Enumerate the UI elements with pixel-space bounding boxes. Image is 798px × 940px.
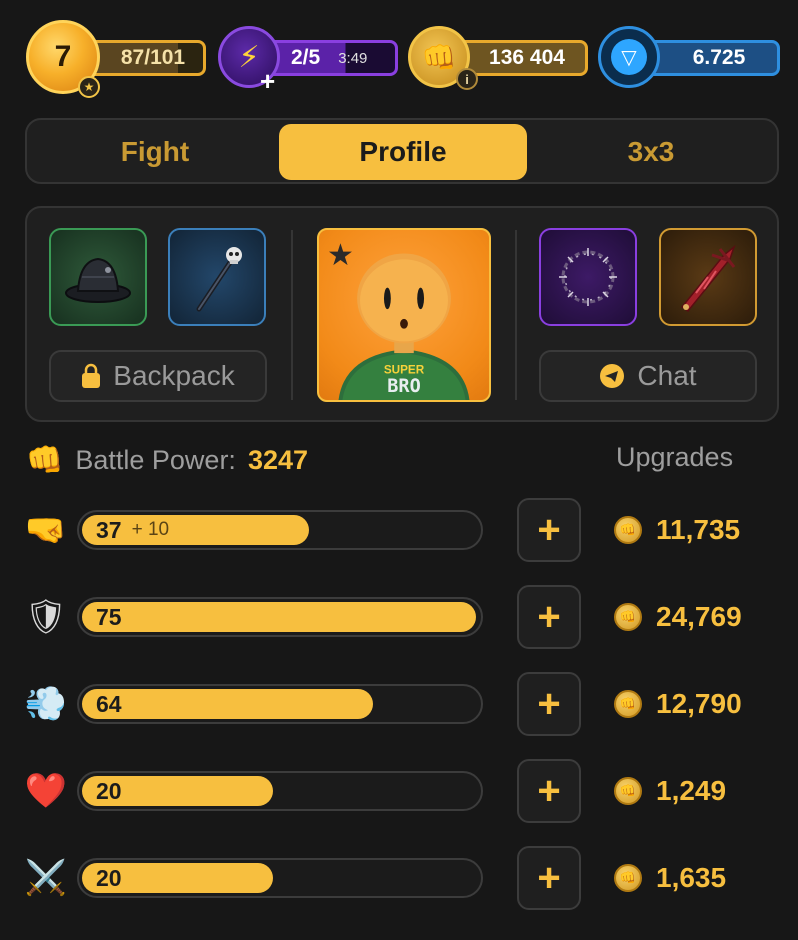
stat-value: 20 — [96, 864, 122, 891]
stat-value-group: 37 + 10 — [96, 512, 169, 548]
tab-3x3-label: 3x3 — [627, 136, 675, 167]
coin-icon: 👊 — [614, 516, 642, 544]
lock-icon — [82, 363, 101, 388]
upgrade-cost: 👊 11,735 — [614, 510, 740, 550]
stat-value: 37 — [96, 516, 122, 543]
upgrade-cost-value: 11,735 — [656, 514, 741, 545]
shirt-text-bottom: BRO — [387, 376, 421, 397]
stat-row: 🤜 37 + 10 + 👊 11,735 — [0, 498, 798, 568]
stat-bar: 64 — [77, 684, 483, 724]
upgrade-cost-value: 1,249 — [656, 775, 727, 806]
battle-power-row: 👊 Battle Power: 3247 — [26, 440, 308, 480]
avatar[interactable]: ★ SUPER BRO — [317, 228, 491, 402]
chat-label: Chat — [637, 360, 697, 391]
stat-value: 20 — [96, 777, 122, 804]
fist-icon: 👊 — [26, 443, 64, 477]
tab-fight[interactable]: Fight — [31, 124, 279, 180]
ton-value: 6.725 — [692, 46, 746, 69]
ton-balance[interactable]: 6.725 — [644, 40, 780, 76]
ton-logo-icon: ▽ — [611, 39, 647, 75]
favorite-star-icon[interactable]: ★ — [327, 238, 354, 273]
heart-icon: ❤️ — [24, 772, 68, 810]
dash-icon: 💨 — [24, 685, 68, 723]
main-tabs: Fight Profile 3x3 — [25, 118, 779, 184]
energy-timer: 3:49 — [338, 49, 368, 67]
upgrade-cost: 👊 12,790 — [614, 684, 742, 724]
upgrade-cost: 👊 1,249 — [614, 771, 726, 811]
stat-row: ⚔️ 20 + 👊 1,635 — [0, 846, 798, 916]
stat-bonus: + 10 — [131, 519, 170, 540]
upgrade-button[interactable]: + — [517, 759, 581, 823]
info-icon[interactable]: i — [456, 68, 478, 90]
energy-counter[interactable]: 2/5 3:49 — [262, 40, 398, 76]
stat-bar: 20 — [77, 858, 483, 898]
stat-row: 🛡 75 + 👊 24,769 — [0, 585, 798, 655]
stat-value-group: 20 — [96, 773, 122, 809]
equipment-slot-accessory[interactable] — [539, 228, 637, 326]
stat-row: ❤️ 20 + 👊 1,249 — [0, 759, 798, 829]
shield-icon: 🛡 — [24, 598, 68, 636]
stat-value: 75 — [96, 603, 122, 630]
upgrades-heading: Upgrades — [616, 442, 734, 472]
punch-icon: 🤜 — [24, 511, 68, 549]
skull-staff-icon — [196, 247, 242, 312]
crimson-blade-icon — [680, 244, 736, 313]
level-number: 7 — [54, 40, 72, 73]
panel-divider-right — [515, 230, 517, 400]
panel-divider-left — [291, 230, 293, 400]
battle-power-label: Battle Power: — [75, 444, 236, 475]
tab-profile[interactable]: Profile — [279, 124, 527, 180]
crossed-swords-icon: ⚔️ — [24, 859, 68, 897]
add-energy-icon[interactable]: + — [260, 68, 275, 94]
stat-value-group: 64 — [96, 686, 122, 722]
upgrade-button[interactable]: + — [517, 672, 581, 736]
ton-icon[interactable]: ▽ — [598, 26, 660, 88]
stat-row: 💨 64 + 👊 12,790 — [0, 672, 798, 742]
chat-button[interactable]: Chat — [539, 350, 757, 402]
stat-bar: 20 — [77, 771, 483, 811]
xp-value: 87/101 — [120, 46, 186, 69]
profile-panel: ★ SUPER BRO Backpack Chat — [25, 206, 779, 422]
backpack-button[interactable]: Backpack — [49, 350, 267, 402]
resource-bar: 7 ★ 87/101 ⚡ + 2/5 3:49 👊 i 136 404 ▽ 6.… — [0, 0, 798, 110]
stat-bar: 75 — [77, 597, 483, 637]
upgrade-button[interactable]: + — [517, 846, 581, 910]
coin-icon: 👊 — [614, 603, 642, 631]
backpack-label: Backpack — [113, 360, 235, 391]
battle-power-value: 3247 — [247, 444, 309, 475]
star-icon: ★ — [78, 76, 100, 98]
energy-value: 2/5 — [291, 46, 321, 69]
upgrade-button[interactable]: + — [517, 585, 581, 649]
stat-value: 64 — [96, 690, 122, 717]
upgrade-cost: 👊 24,769 — [614, 597, 742, 637]
upgrade-cost-value: 1,635 — [656, 862, 727, 893]
stat-bar: 37 + 10 — [77, 510, 483, 550]
telegram-icon — [600, 364, 625, 388]
equipment-slot-blade[interactable] — [659, 228, 757, 326]
xp-counter: 87/101 — [86, 40, 206, 76]
tab-3x3[interactable]: 3x3 — [527, 124, 775, 180]
upgrade-button[interactable]: + — [517, 498, 581, 562]
equipment-slot-weapon[interactable] — [168, 228, 266, 326]
upgrade-cost-value: 24,769 — [656, 601, 742, 632]
coin-icon: 👊 — [614, 864, 642, 892]
upgrade-cost: 👊 1,635 — [614, 858, 726, 898]
stat-value-group: 20 — [96, 860, 122, 896]
upgrade-cost-value: 12,790 — [656, 688, 742, 719]
shirt-text-top: SUPER — [384, 364, 425, 377]
barbed-ring-icon — [559, 248, 617, 306]
equipment-slot-hat[interactable] — [49, 228, 147, 326]
coin-value: 136 404 — [489, 46, 565, 69]
stat-bar-fill — [82, 602, 476, 632]
bucket-hat-icon — [65, 257, 131, 303]
coin-icon: 👊 — [614, 777, 642, 805]
coin-icon: 👊 — [614, 690, 642, 718]
stat-value-group: 75 — [96, 599, 122, 635]
stat-bar-fill — [82, 689, 373, 719]
tab-profile-label: Profile — [359, 136, 447, 167]
tab-fight-label: Fight — [120, 136, 190, 167]
